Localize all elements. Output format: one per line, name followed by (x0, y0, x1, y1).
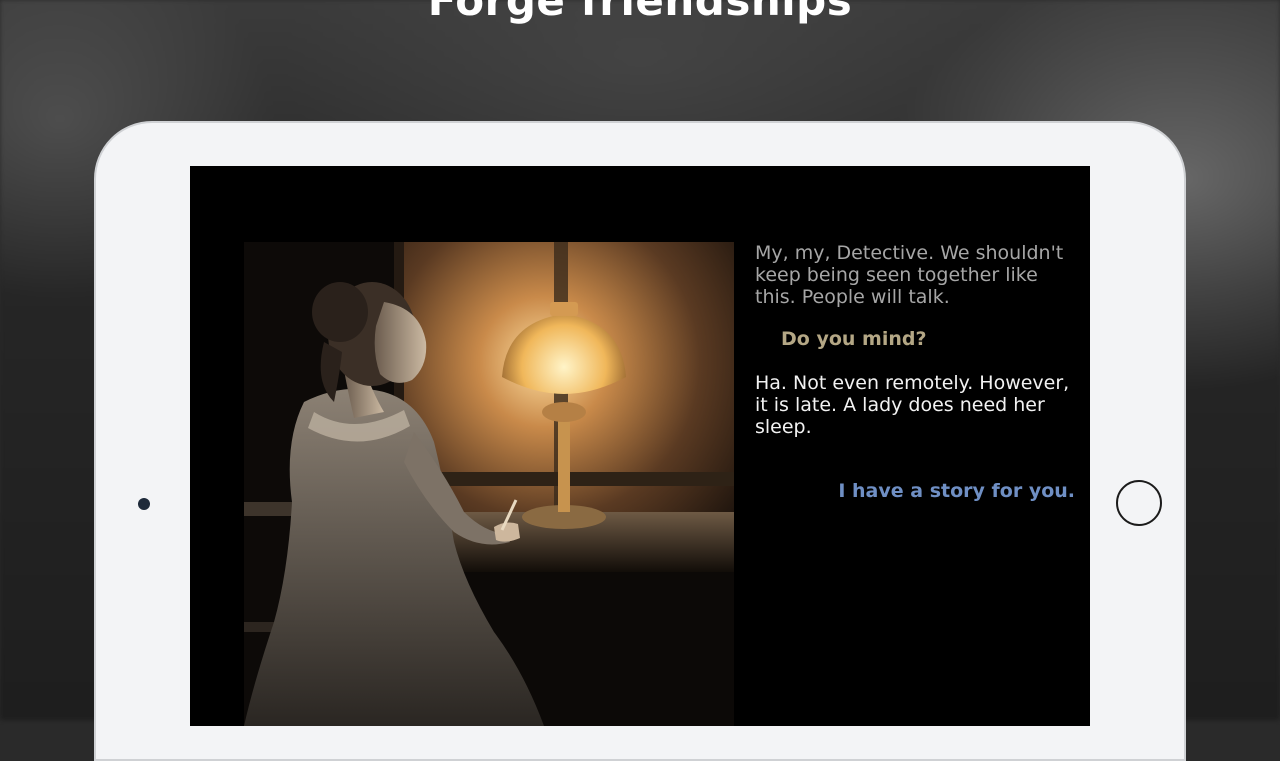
selected-choice: Do you mind? (781, 328, 927, 350)
front-camera-icon (138, 498, 150, 510)
headline: Forge friendships (427, 0, 853, 25)
npc-dialogue-line: My, my, Detective. We shouldn't keep bei… (755, 242, 1064, 308)
npc-dialogue-line-current: Ha. Not even remotely. However, it is la… (755, 372, 1070, 438)
game-screen: My, my, Detective. We shouldn't keep bei… (190, 166, 1090, 726)
dialogue-choice-option[interactable]: I have a story for you. (755, 480, 1075, 502)
home-button-icon[interactable] (1116, 480, 1162, 526)
dialogue-panel: My, my, Detective. We shouldn't keep bei… (755, 242, 1075, 502)
lady-at-lamp-illustration (244, 242, 734, 726)
